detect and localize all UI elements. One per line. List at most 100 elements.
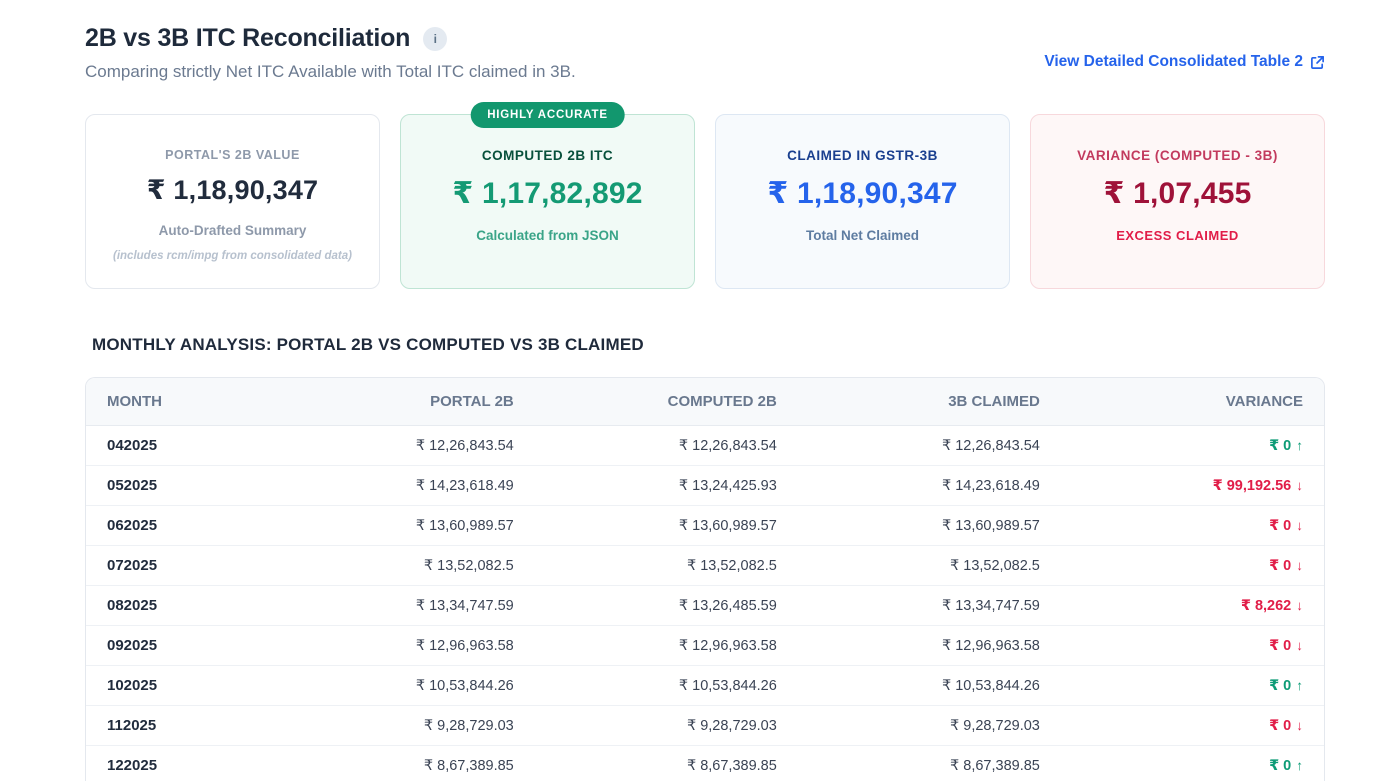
table-row: 092025 ₹ 12,96,963.58 ₹ 12,96,963.58 ₹ 1…	[86, 626, 1324, 666]
view-consolidated-table-link[interactable]: View Detailed Consolidated Table 2	[1044, 53, 1325, 71]
card-computed-2b: HIGHLY ACCURATE COMPUTED 2B ITC ₹ 1,17,8…	[400, 114, 695, 289]
claimed-3b-label: CLAIMED IN GSTR-3B	[716, 148, 1009, 163]
month-cell: 092025	[86, 626, 272, 666]
variance-arrow-icon: ↑	[1296, 438, 1303, 453]
portal-2b-cell: ₹ 13,34,747.59	[272, 586, 535, 626]
variance-arrow-icon: ↓	[1296, 638, 1303, 653]
title-line: 2B vs 3B ITC Reconciliation i	[85, 24, 576, 53]
variance-cell: ₹ 8,262 ↓	[1061, 586, 1324, 626]
claimed-3b-cell: ₹ 8,67,389.85	[798, 746, 1061, 781]
month-cell: 072025	[86, 546, 272, 586]
variance-subtext: EXCESS CLAIMED	[1031, 228, 1324, 243]
portal-2b-label: PORTAL'S 2B VALUE	[86, 148, 379, 162]
portal-2b-cell: ₹ 9,28,729.03	[272, 706, 535, 746]
claimed-3b-cell: ₹ 10,53,844.26	[798, 666, 1061, 706]
computed-2b-label: COMPUTED 2B ITC	[401, 148, 694, 163]
variance-amount: ₹ 8,262	[1241, 598, 1291, 614]
variance-cell: ₹ 0 ↓	[1061, 506, 1324, 546]
variance-arrow-icon: ↑	[1296, 678, 1303, 693]
variance-cell: ₹ 0 ↑	[1061, 666, 1324, 706]
portal-2b-cell: ₹ 13,60,989.57	[272, 506, 535, 546]
month-cell: 062025	[86, 506, 272, 546]
column-header-portal-2b: PORTAL 2B	[272, 378, 535, 426]
variance-amount: ₹ 99,192.56	[1213, 478, 1292, 494]
variance-amount: ₹ 0	[1269, 638, 1291, 654]
claimed-3b-cell: ₹ 9,28,729.03	[798, 706, 1061, 746]
month-cell: 102025	[86, 666, 272, 706]
variance-arrow-icon: ↓	[1296, 518, 1303, 533]
claimed-3b-cell: ₹ 14,23,618.49	[798, 466, 1061, 506]
page-header: 2B vs 3B ITC Reconciliation i Comparing …	[85, 24, 1325, 82]
title-block: 2B vs 3B ITC Reconciliation i Comparing …	[85, 24, 576, 82]
portal-2b-subtext: Auto-Drafted Summary	[86, 223, 379, 238]
column-header-3b-claimed: 3B CLAIMED	[798, 378, 1061, 426]
month-cell: 082025	[86, 586, 272, 626]
variance-amount: ₹ 0	[1269, 678, 1291, 694]
table-row: 112025 ₹ 9,28,729.03 ₹ 9,28,729.03 ₹ 9,2…	[86, 706, 1324, 746]
table-header-row: MONTH PORTAL 2B COMPUTED 2B 3B CLAIMED V…	[86, 378, 1324, 426]
table-row: 102025 ₹ 10,53,844.26 ₹ 10,53,844.26 ₹ 1…	[86, 666, 1324, 706]
page-title: 2B vs 3B ITC Reconciliation	[85, 24, 410, 53]
variance-cell: ₹ 0 ↓	[1061, 626, 1324, 666]
card-variance: VARIANCE (COMPUTED - 3B) ₹ 1,07,455 EXCE…	[1030, 114, 1325, 289]
portal-2b-cell: ₹ 14,23,618.49	[272, 466, 535, 506]
variance-cell: ₹ 0↓	[1061, 546, 1324, 586]
external-link-icon	[1310, 55, 1325, 70]
column-header-month: MONTH	[86, 378, 272, 426]
claimed-3b-cell: ₹ 13,52,082.5	[798, 546, 1061, 586]
variance-cell: ₹ 0↓	[1061, 706, 1324, 746]
computed-2b-value: ₹ 1,17,82,892	[401, 176, 694, 211]
claimed-3b-cell: ₹ 12,96,963.58	[798, 626, 1061, 666]
claimed-3b-value: ₹ 1,18,90,347	[716, 176, 1009, 211]
table-row: 082025 ₹ 13,34,747.59 ₹ 13,26,485.59 ₹ 1…	[86, 586, 1324, 626]
table-row: 042025 ₹ 12,26,843.54 ₹ 12,26,843.54 ₹ 1…	[86, 426, 1324, 466]
portal-2b-value: ₹ 1,18,90,347	[86, 175, 379, 206]
card-portal-2b: PORTAL'S 2B VALUE ₹ 1,18,90,347 Auto-Dra…	[85, 114, 380, 289]
month-cell: 122025	[86, 746, 272, 781]
info-icon[interactable]: i	[423, 27, 447, 51]
portal-2b-cell: ₹ 12,26,843.54	[272, 426, 535, 466]
variance-amount: ₹ 0	[1269, 518, 1291, 534]
computed-2b-cell: ₹ 12,26,843.54	[535, 426, 798, 466]
claimed-3b-cell: ₹ 13,60,989.57	[798, 506, 1061, 546]
portal-2b-cell: ₹ 8,67,389.85	[272, 746, 535, 781]
month-cell: 042025	[86, 426, 272, 466]
computed-2b-cell: ₹ 10,53,844.26	[535, 666, 798, 706]
computed-2b-subtext: Calculated from JSON	[401, 228, 694, 243]
variance-arrow-icon: ↓	[1296, 478, 1303, 493]
variance-cell: ₹ 0 ↑	[1061, 426, 1324, 466]
computed-2b-cell: ₹ 9,28,729.03	[535, 706, 798, 746]
claimed-3b-cell: ₹ 12,26,843.54	[798, 426, 1061, 466]
computed-2b-cell: ₹ 8,67,389.85	[535, 746, 798, 781]
claimed-3b-subtext: Total Net Claimed	[716, 228, 1009, 243]
column-header-variance: VARIANCE	[1061, 378, 1324, 426]
table-row: 052025 ₹ 14,23,618.49 ₹ 13,24,425.93 ₹ 1…	[86, 466, 1324, 506]
portal-2b-note: (includes rcm/impg from consolidated dat…	[86, 250, 379, 262]
month-cell: 052025	[86, 466, 272, 506]
variance-amount: ₹ 0	[1269, 718, 1291, 734]
summary-cards: PORTAL'S 2B VALUE ₹ 1,18,90,347 Auto-Dra…	[85, 114, 1325, 289]
column-header-computed-2b: COMPUTED 2B	[535, 378, 798, 426]
monthly-analysis-title: MONTHLY ANALYSIS: PORTAL 2B VS COMPUTED …	[92, 335, 1325, 355]
table-row: 122025 ₹ 8,67,389.85 ₹ 8,67,389.85 ₹ 8,6…	[86, 746, 1324, 781]
computed-2b-cell: ₹ 12,96,963.58	[535, 626, 798, 666]
card-claimed-3b: CLAIMED IN GSTR-3B ₹ 1,18,90,347 Total N…	[715, 114, 1010, 289]
variance-arrow-icon: ↓	[1296, 558, 1303, 573]
variance-label: VARIANCE (COMPUTED - 3B)	[1031, 148, 1324, 163]
portal-2b-cell: ₹ 13,52,082.5	[272, 546, 535, 586]
variance-cell: ₹ 0↑	[1061, 746, 1324, 781]
monthly-table-body: 042025 ₹ 12,26,843.54 ₹ 12,26,843.54 ₹ 1…	[86, 426, 1324, 781]
monthly-table: MONTH PORTAL 2B COMPUTED 2B 3B CLAIMED V…	[85, 377, 1325, 781]
computed-2b-cell: ₹ 13,24,425.93	[535, 466, 798, 506]
month-cell: 112025	[86, 706, 272, 746]
variance-cell: ₹ 99,192.56 ↓	[1061, 466, 1324, 506]
variance-amount: ₹ 0	[1269, 438, 1291, 454]
variance-arrow-icon: ↓	[1296, 598, 1303, 613]
reconciliation-page: 2B vs 3B ITC Reconciliation i Comparing …	[0, 0, 1396, 781]
portal-2b-cell: ₹ 10,53,844.26	[272, 666, 535, 706]
page-subtitle: Comparing strictly Net ITC Available wit…	[85, 62, 576, 82]
table-row: 062025 ₹ 13,60,989.57 ₹ 13,60,989.57 ₹ 1…	[86, 506, 1324, 546]
computed-2b-cell: ₹ 13,26,485.59	[535, 586, 798, 626]
variance-arrow-icon: ↑	[1296, 758, 1303, 773]
computed-2b-cell: ₹ 13,60,989.57	[535, 506, 798, 546]
